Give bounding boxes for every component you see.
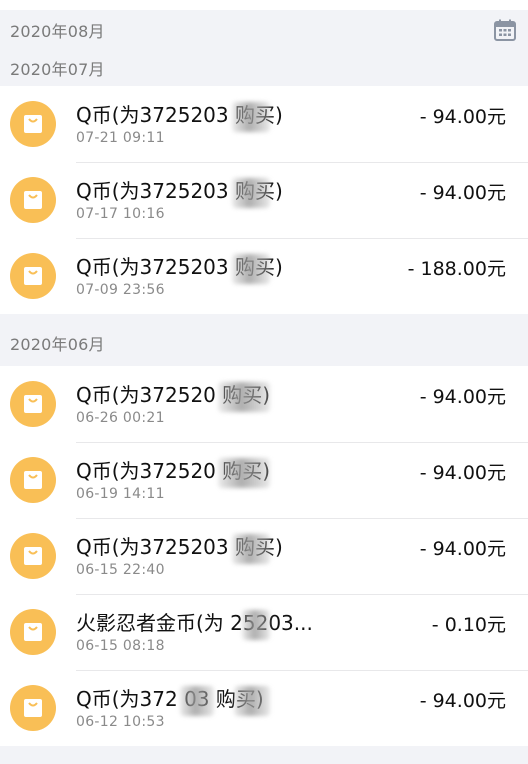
- transaction-amount: - 94.00元: [419, 538, 506, 560]
- transaction-row[interactable]: Q币(为3725203 购买) 07-09 23:56 - 188.00元: [0, 238, 528, 314]
- month-label: 2020年08月: [10, 22, 105, 41]
- transaction-time: 06-26 00:21: [76, 410, 165, 426]
- transaction-time: 07-09 23:56: [76, 282, 165, 298]
- shopping-bag-icon: [10, 253, 56, 299]
- calendar-icon: [494, 19, 516, 41]
- calendar-button[interactable]: [492, 17, 518, 43]
- month-label: 2020年06月: [10, 335, 105, 354]
- transaction-row[interactable]: Q币(为3725203 购买) 07-17 10:16 - 94.00元: [0, 162, 528, 238]
- transaction-title: 火影忍者金币(为 25203...: [76, 610, 432, 640]
- transaction-time: 06-19 14:11: [76, 486, 165, 502]
- transaction-time: 06-15 22:40: [76, 562, 165, 578]
- bottom-spacer: [0, 746, 528, 756]
- month-header-jul: 2020年07月: [0, 50, 528, 86]
- privacy-blur: [232, 254, 270, 284]
- transaction-group-jun: Q币(为372520 购买) 06-26 00:21 - 94.00元 Q币(为…: [0, 366, 528, 746]
- transaction-amount: - 94.00元: [419, 690, 506, 712]
- transaction-amount: - 94.00元: [419, 106, 506, 128]
- transaction-row[interactable]: Q币(为3725203 购买) 06-15 22:40 - 94.00元: [0, 518, 528, 594]
- transaction-title: Q币(为3725203 购买): [76, 254, 408, 284]
- shopping-bag-icon: [10, 177, 56, 223]
- transaction-amount: - 94.00元: [419, 462, 506, 484]
- shopping-bag-icon: [10, 533, 56, 579]
- transaction-title: Q币(为372 03 购买): [76, 686, 420, 716]
- shopping-bag-icon: [10, 457, 56, 503]
- transaction-title: Q币(为372520 购买): [76, 458, 420, 488]
- shopping-bag-icon: [10, 609, 56, 655]
- transaction-row[interactable]: 火影忍者金币(为 25203... 06-15 08:18 - 0.10元: [0, 594, 528, 670]
- privacy-blur: [218, 458, 270, 488]
- transaction-amount: - 0.10元: [431, 614, 506, 636]
- transaction-amount: - 188.00元: [407, 258, 506, 280]
- transaction-row[interactable]: Q币(为372520 购买) 06-19 14:11 - 94.00元: [0, 442, 528, 518]
- shopping-bag-icon: [10, 685, 56, 731]
- privacy-blur: [218, 382, 270, 412]
- privacy-blur: [232, 102, 270, 132]
- transaction-amount: - 94.00元: [419, 386, 506, 408]
- top-strip: [0, 0, 528, 10]
- transaction-row[interactable]: Q币(为372520 购买) 06-26 00:21 - 94.00元: [0, 366, 528, 442]
- transaction-title: Q币(为3725203 购买): [76, 534, 420, 564]
- month-header-jun: 2020年06月: [0, 314, 528, 366]
- privacy-blur: [232, 534, 270, 564]
- shopping-bag-icon: [10, 101, 56, 147]
- transaction-title: Q币(为3725203 购买): [76, 102, 420, 132]
- transaction-row[interactable]: Q币(为3725203 购买) 07-21 09:11 - 94.00元: [0, 86, 528, 162]
- transaction-amount: - 94.00元: [419, 182, 506, 204]
- transaction-time: 07-17 10:16: [76, 206, 165, 222]
- transaction-title: Q币(为3725203 购买): [76, 178, 420, 208]
- privacy-blur: [232, 178, 270, 208]
- privacy-blur: [180, 686, 214, 716]
- transaction-title: Q币(为372520 购买): [76, 382, 420, 412]
- month-label: 2020年07月: [10, 60, 105, 79]
- transaction-time: 06-12 10:53: [76, 714, 165, 730]
- month-header-aug: 2020年08月: [0, 10, 528, 50]
- transaction-group-jul: Q币(为3725203 购买) 07-21 09:11 - 94.00元 Q币(…: [0, 86, 528, 314]
- privacy-blur: [234, 686, 270, 716]
- transaction-time: 07-21 09:11: [76, 130, 165, 146]
- privacy-blur: [242, 610, 270, 640]
- shopping-bag-icon: [10, 381, 56, 427]
- transaction-row[interactable]: Q币(为372 03 购买) 06-12 10:53 - 94.00元: [0, 670, 528, 746]
- transaction-time: 06-15 08:18: [76, 638, 165, 654]
